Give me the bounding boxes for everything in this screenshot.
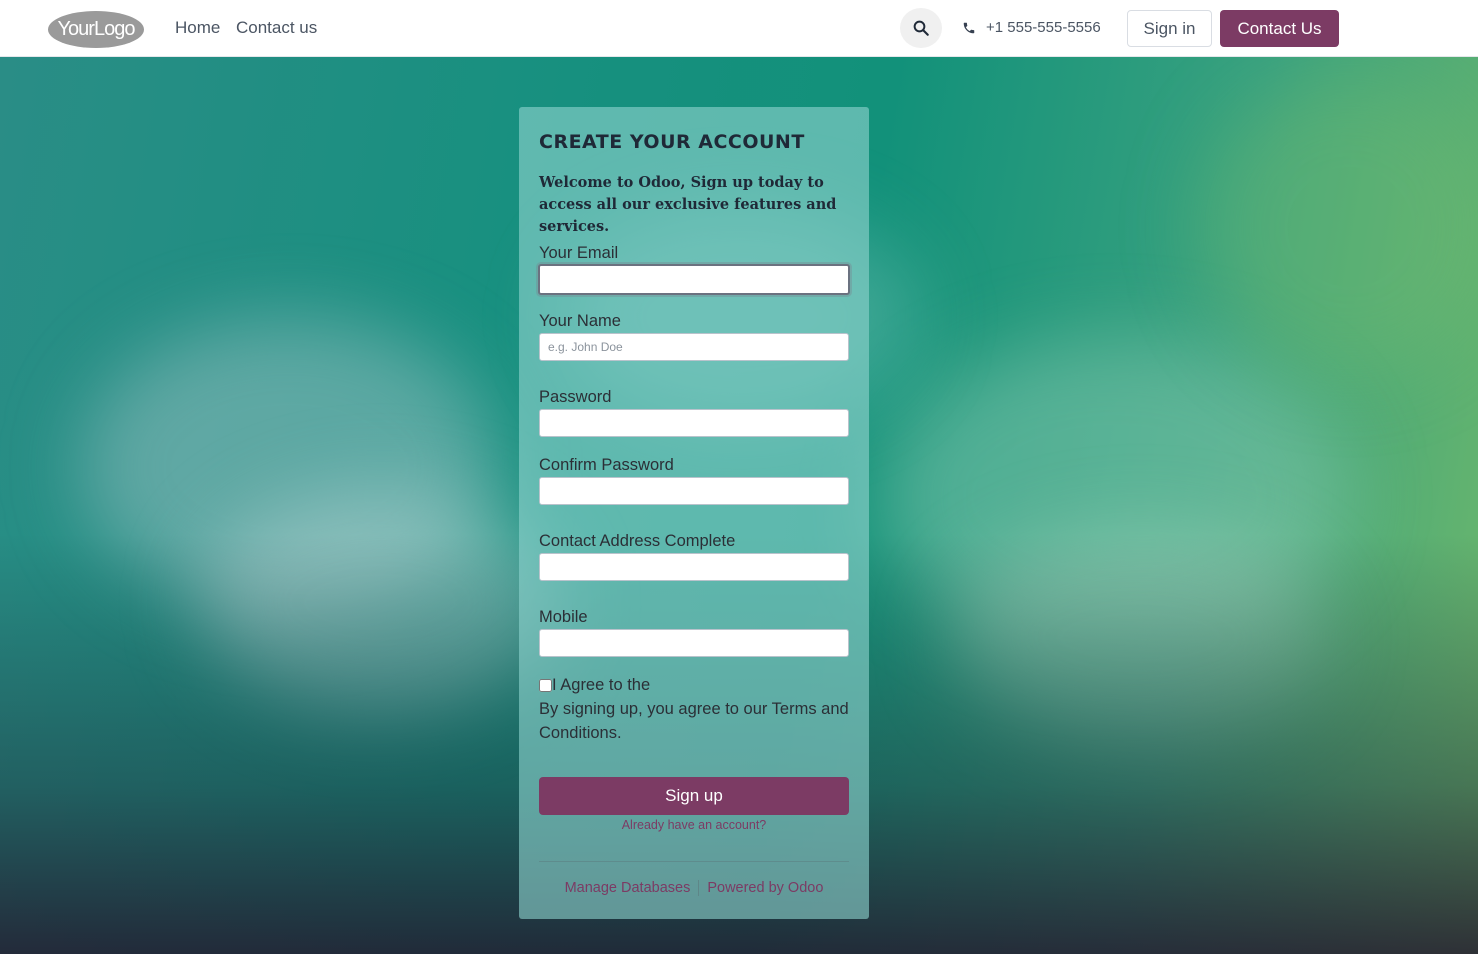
- site-logo[interactable]: YourLogo: [48, 11, 144, 48]
- mobile-label: Mobile: [539, 608, 588, 626]
- nav-contact-link[interactable]: Contact us: [236, 18, 317, 38]
- mobile-field[interactable]: [539, 629, 849, 657]
- phone-link[interactable]: +1 555-555-5556: [962, 19, 1101, 36]
- agree-checkbox[interactable]: [539, 679, 552, 692]
- email-label: Your Email: [539, 244, 619, 262]
- welcome-text: Welcome to Odoo, Sign up today to access…: [539, 174, 837, 235]
- confirm-password-label: Confirm Password: [539, 456, 674, 474]
- manage-databases-link[interactable]: Manage Databases: [565, 880, 691, 896]
- footer-divider: [539, 861, 849, 862]
- nav-home-link[interactable]: Home: [175, 18, 220, 38]
- powered-by-odoo-link[interactable]: Powered by Odoo: [707, 880, 823, 896]
- name-label: Your Name: [539, 312, 621, 330]
- agree-row: I Agree to the: [539, 676, 650, 695]
- phone-icon: [963, 22, 975, 33]
- phone-number: +1 555-555-5556: [986, 19, 1101, 36]
- name-field[interactable]: [539, 333, 849, 361]
- email-field[interactable]: [538, 264, 850, 295]
- already-have-account-link[interactable]: Already have an account?: [539, 818, 849, 832]
- confirm-password-field[interactable]: [539, 477, 849, 505]
- password-field[interactable]: [539, 409, 849, 437]
- sign-in-button[interactable]: Sign in: [1127, 10, 1212, 47]
- search-icon: [913, 20, 929, 36]
- terms-text: By signing up, you agree to our Terms an…: [539, 700, 849, 742]
- logo-text: YourLogo: [57, 18, 136, 40]
- search-button[interactable]: [900, 8, 942, 48]
- card-footer: Manage Databases Powered by Odoo: [539, 880, 849, 896]
- sign-up-button[interactable]: Sign up: [539, 777, 849, 815]
- contact-us-button[interactable]: Contact Us: [1220, 10, 1339, 47]
- form-title: CREATE YOUR ACCOUNT: [539, 131, 805, 153]
- password-label: Password: [539, 388, 612, 406]
- address-label: Contact Address Complete: [539, 532, 736, 550]
- signup-card: CREATE YOUR ACCOUNT Welcome to Odoo, Sig…: [519, 107, 869, 919]
- top-navbar: YourLogo Home Contact us +1 555-555-5556…: [0, 0, 1478, 57]
- footer-separator: [698, 880, 700, 896]
- agree-label: I Agree to the: [552, 676, 651, 694]
- address-field[interactable]: [539, 553, 849, 581]
